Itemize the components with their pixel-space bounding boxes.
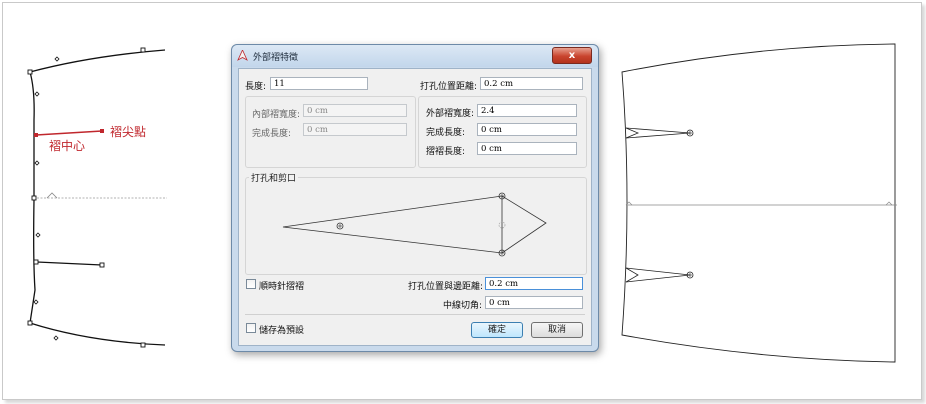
punch-distance-label: 打孔位置距離:	[420, 82, 478, 92]
dialog-body: 長度: 11 打孔位置距離: 0.2 cm 內部褶寬度: 0 cm 完成長度: …	[238, 68, 592, 346]
ok-button[interactable]: 確定	[471, 322, 523, 338]
dialog-title: 外部褶特徵	[253, 53, 299, 63]
fold-length-label: 摺褶長度:	[426, 147, 466, 157]
outer-width-label: 外部褶寬度:	[426, 109, 475, 119]
punch-distance-input[interactable]: 0.2 cm	[480, 77, 583, 90]
dialog-titlebar[interactable]: 外部褶特徵 x	[232, 45, 598, 67]
separator	[245, 314, 585, 315]
length-label: 長度:	[245, 82, 267, 92]
clockwise-fold-checkbox[interactable]	[246, 279, 256, 289]
outer-width-input[interactable]: 2.4	[477, 104, 577, 117]
save-default-checkbox[interactable]	[246, 323, 256, 333]
save-default-label: 儲存為預設	[259, 326, 305, 336]
right-pattern-piece[interactable]	[600, 0, 920, 404]
inner-width-input[interactable]: 0 cm	[303, 104, 407, 117]
dart-app-icon	[237, 50, 248, 61]
outer-finish-length-input[interactable]: 0 cm	[477, 123, 577, 136]
cancel-button[interactable]: 取消	[531, 322, 583, 338]
left-pattern-piece[interactable]	[0, 0, 230, 404]
dart-preview	[282, 192, 547, 257]
close-icon: x	[568, 50, 576, 61]
fold-length-input[interactable]: 0 cm	[477, 142, 577, 155]
inner-finish-length-input[interactable]: 0 cm	[303, 123, 407, 136]
length-input[interactable]: 11	[270, 77, 368, 90]
close-button[interactable]: x	[552, 47, 592, 64]
inner-width-label: 內部褶寬度:	[252, 110, 301, 120]
dart-point-callout: 褶尖點	[110, 125, 147, 139]
punch-edge-label: 打孔位置與邊距離:	[408, 282, 484, 292]
outer-dart-dialog: 外部褶特徵 x 長度: 11 打孔位置距離: 0.2 cm 內部褶寬度: 0 c…	[231, 44, 599, 352]
punch-edge-input[interactable]: 0.2 cm	[485, 277, 583, 290]
outer-finish-length-label: 完成長度:	[426, 128, 466, 138]
inner-finish-length-label: 完成長度:	[252, 129, 292, 139]
center-cut-label: 中線切角:	[443, 301, 483, 311]
clockwise-fold-label: 順時針摺褶	[259, 282, 305, 292]
center-cut-input[interactable]: 0 cm	[485, 296, 583, 309]
dart-center-callout: 褶中心	[49, 139, 86, 153]
